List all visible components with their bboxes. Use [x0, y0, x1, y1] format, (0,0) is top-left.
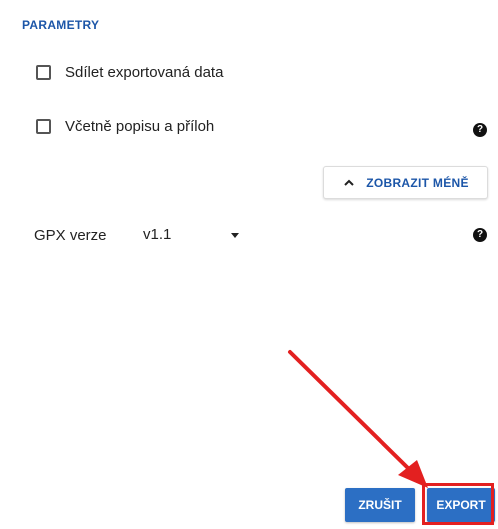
cancel-button[interactable]: ZRUŠIT [345, 488, 415, 522]
annotation-arrow-icon [288, 350, 428, 488]
annotation-highlight-box [422, 483, 494, 525]
